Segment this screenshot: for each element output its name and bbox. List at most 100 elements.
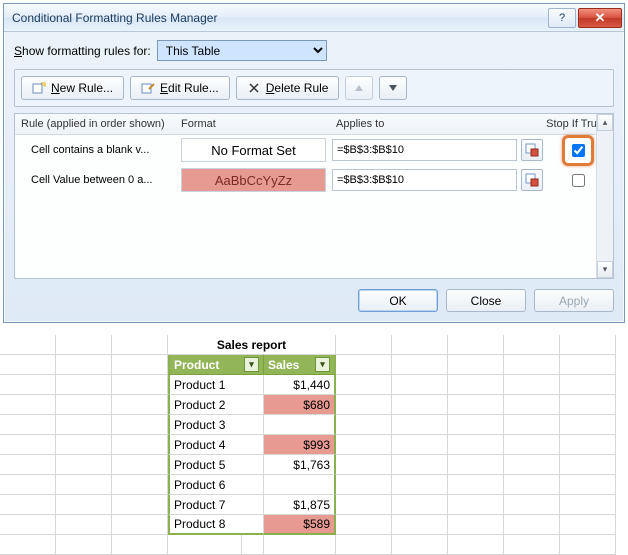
- empty-cell[interactable]: [56, 455, 112, 475]
- empty-cell[interactable]: [560, 375, 616, 395]
- empty-cell[interactable]: [560, 415, 616, 435]
- empty-cell[interactable]: [504, 395, 560, 415]
- empty-cell[interactable]: [504, 495, 560, 515]
- empty-cell[interactable]: [448, 375, 504, 395]
- empty-cell[interactable]: [392, 395, 448, 415]
- empty-cell[interactable]: [0, 515, 56, 535]
- empty-cell[interactable]: [392, 515, 448, 535]
- empty-cell[interactable]: [56, 535, 112, 555]
- table-cell-sales[interactable]: $680: [264, 395, 336, 415]
- stop-if-true-checkbox[interactable]: [572, 174, 585, 187]
- rules-scrollbar[interactable]: ▴ ▾: [596, 114, 613, 278]
- table-cell-sales[interactable]: [264, 415, 336, 435]
- ok-button[interactable]: OK: [358, 289, 438, 312]
- empty-cell[interactable]: [56, 495, 112, 515]
- new-rule-button[interactable]: New Rule...: [21, 76, 124, 100]
- filter-dropdown-icon[interactable]: ▾: [315, 357, 330, 372]
- table-cell-sales[interactable]: $993: [264, 435, 336, 455]
- empty-cell[interactable]: [504, 435, 560, 455]
- move-down-button[interactable]: [379, 76, 407, 100]
- empty-cell[interactable]: [504, 355, 560, 375]
- empty-cell[interactable]: [392, 415, 448, 435]
- empty-cell[interactable]: [448, 495, 504, 515]
- empty-cell[interactable]: [504, 475, 560, 495]
- empty-cell[interactable]: [560, 515, 616, 535]
- empty-cell[interactable]: [56, 335, 112, 355]
- empty-cell[interactable]: [448, 515, 504, 535]
- scope-select[interactable]: This Table: [157, 40, 327, 61]
- stop-if-true-checkbox[interactable]: [572, 144, 585, 157]
- filter-dropdown-icon[interactable]: ▾: [244, 357, 259, 372]
- empty-cell[interactable]: [112, 495, 168, 515]
- empty-cell[interactable]: [504, 535, 560, 555]
- empty-cell[interactable]: [0, 435, 56, 455]
- empty-cell[interactable]: [504, 375, 560, 395]
- table-cell-sales[interactable]: [264, 475, 336, 495]
- empty-cell[interactable]: [0, 415, 56, 435]
- close-button[interactable]: Close: [446, 289, 526, 312]
- empty-cell[interactable]: [448, 455, 504, 475]
- table-cell-product[interactable]: Product 5: [168, 455, 264, 475]
- empty-cell[interactable]: [242, 535, 264, 555]
- window-close-button[interactable]: ✕: [578, 8, 622, 28]
- empty-cell[interactable]: [336, 335, 392, 355]
- scroll-down-button[interactable]: ▾: [597, 261, 613, 278]
- empty-cell[interactable]: [336, 535, 392, 555]
- table-cell-product[interactable]: Product 2: [168, 395, 264, 415]
- empty-cell[interactable]: [560, 535, 616, 555]
- empty-cell[interactable]: [56, 355, 112, 375]
- empty-cell[interactable]: [504, 455, 560, 475]
- help-button[interactable]: ?: [548, 8, 576, 28]
- apply-button[interactable]: Apply: [534, 289, 614, 312]
- empty-cell[interactable]: [112, 535, 168, 555]
- rule-row[interactable]: Cell contains a blank v... No Format Set: [15, 135, 613, 165]
- empty-cell[interactable]: [560, 355, 616, 375]
- empty-cell[interactable]: [0, 535, 56, 555]
- table-header-sales[interactable]: Sales▾: [264, 355, 336, 375]
- empty-cell[interactable]: [392, 475, 448, 495]
- empty-cell[interactable]: [392, 435, 448, 455]
- range-picker-button[interactable]: [521, 169, 543, 191]
- empty-cell[interactable]: [560, 475, 616, 495]
- empty-cell[interactable]: [504, 515, 560, 535]
- empty-cell[interactable]: [504, 415, 560, 435]
- edit-rule-button[interactable]: Edit Rule...: [130, 76, 230, 100]
- empty-cell[interactable]: [112, 455, 168, 475]
- empty-cell[interactable]: [392, 535, 448, 555]
- table-header-product[interactable]: Product▾: [168, 355, 264, 375]
- empty-cell[interactable]: [448, 475, 504, 495]
- table-cell-product[interactable]: Product 8: [168, 515, 264, 535]
- empty-cell[interactable]: [168, 535, 242, 555]
- empty-cell[interactable]: [336, 355, 392, 375]
- empty-cell[interactable]: [392, 355, 448, 375]
- empty-cell[interactable]: [448, 355, 504, 375]
- empty-cell[interactable]: [0, 455, 56, 475]
- empty-cell[interactable]: [448, 415, 504, 435]
- delete-rule-button[interactable]: Delete Rule: [236, 76, 340, 100]
- empty-cell[interactable]: [336, 455, 392, 475]
- empty-cell[interactable]: [56, 475, 112, 495]
- empty-cell[interactable]: [56, 415, 112, 435]
- empty-cell[interactable]: [448, 535, 504, 555]
- empty-cell[interactable]: [392, 455, 448, 475]
- empty-cell[interactable]: [56, 515, 112, 535]
- empty-cell[interactable]: [336, 395, 392, 415]
- table-cell-product[interactable]: Product 1: [168, 375, 264, 395]
- empty-cell[interactable]: [336, 475, 392, 495]
- empty-cell[interactable]: [392, 375, 448, 395]
- table-cell-product[interactable]: Product 3: [168, 415, 264, 435]
- empty-cell[interactable]: [448, 435, 504, 455]
- empty-cell[interactable]: [560, 395, 616, 415]
- move-up-button[interactable]: [345, 76, 373, 100]
- empty-cell[interactable]: [112, 415, 168, 435]
- empty-cell[interactable]: [112, 475, 168, 495]
- empty-cell[interactable]: [0, 395, 56, 415]
- range-picker-button[interactable]: [521, 139, 543, 161]
- table-cell-sales[interactable]: $1,440: [264, 375, 336, 395]
- empty-cell[interactable]: [0, 495, 56, 515]
- empty-cell[interactable]: [56, 395, 112, 415]
- applies-to-input[interactable]: [332, 139, 517, 161]
- table-cell-product[interactable]: Product 6: [168, 475, 264, 495]
- table-cell-product[interactable]: Product 7: [168, 495, 264, 515]
- empty-cell[interactable]: [336, 375, 392, 395]
